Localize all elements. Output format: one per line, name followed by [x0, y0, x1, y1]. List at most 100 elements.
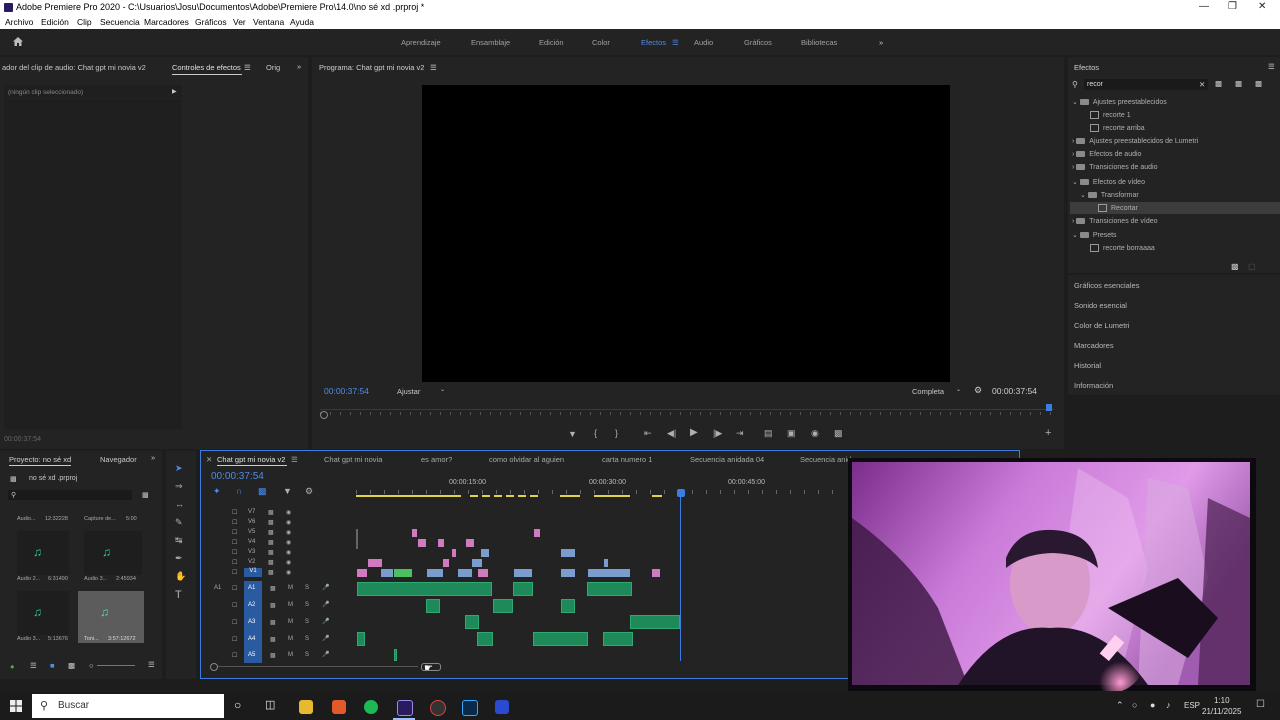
selection-tool-icon[interactable]: ➤ — [175, 463, 183, 474]
timeline-menu-icon[interactable]: ☰ — [291, 455, 298, 464]
spotify-icon[interactable] — [364, 700, 378, 714]
more-tabs-icon[interactable]: » — [297, 62, 301, 71]
tree-recortar[interactable]: Recortar — [1098, 204, 1138, 212]
file-explorer-icon[interactable] — [299, 700, 313, 714]
tree-efectos-audio[interactable]: › Efectos de audio — [1072, 151, 1141, 158]
audio-clip[interactable] — [513, 582, 533, 596]
timeline-zoom-handle-left[interactable] — [210, 663, 218, 671]
track-sync-icon[interactable]: ▩ — [270, 602, 276, 609]
audio-clip[interactable] — [533, 632, 588, 646]
timeline-timecode[interactable]: 00:00:37:54 — [211, 471, 264, 482]
track-lock-icon[interactable]: ☐ — [232, 559, 237, 566]
timeline-clip[interactable] — [481, 549, 489, 557]
timeline-clip[interactable] — [443, 559, 449, 567]
track-sync-icon[interactable]: ▩ — [268, 519, 274, 526]
tab-seq-anidada[interactable]: Secuencia anid — [800, 455, 851, 464]
effects-search-input[interactable]: recor — [1084, 79, 1208, 90]
panel-graficos-esenciales[interactable]: Gráficos esenciales — [1074, 281, 1139, 290]
program-title[interactable]: Programa: Chat gpt mi novia v2 — [319, 63, 424, 72]
track-lock-icon[interactable]: ☐ — [232, 569, 237, 576]
freeform-view-icon[interactable]: ▩ — [68, 661, 75, 670]
ws-edicion[interactable]: Edición — [539, 38, 564, 47]
project-menu-icon[interactable]: ☰ — [148, 660, 155, 669]
timeline-clip[interactable] — [472, 559, 482, 567]
tab-seq-anidada-04[interactable]: Secuencia anidada 04 — [690, 455, 764, 464]
delete-icon[interactable]: ▢ — [1248, 262, 1256, 271]
timeline-clip[interactable] — [394, 569, 412, 577]
mark-out-icon[interactable]: } — [615, 428, 618, 438]
voice-over-icon[interactable]: 🎤 — [322, 651, 329, 658]
solo-button[interactable]: S — [305, 585, 309, 591]
type-tool-icon[interactable]: T — [175, 589, 182, 601]
menu-archivo[interactable]: Archivo — [5, 17, 33, 27]
timeline-clip[interactable] — [478, 569, 488, 577]
accelerated-effects-icon[interactable]: ▩ — [1215, 79, 1222, 88]
mute-button[interactable]: M — [288, 619, 293, 625]
audio-clip[interactable] — [477, 632, 493, 646]
minimize-icon[interactable]: — — [1199, 1, 1209, 12]
panel-color-lumetri[interactable]: Color de Lumetri — [1074, 321, 1129, 330]
ws-aprendizaje[interactable]: Aprendizaje — [401, 38, 441, 47]
32bit-effects-icon[interactable]: ▩ — [1235, 79, 1242, 88]
linked-selection-icon[interactable]: ▩ — [258, 486, 267, 497]
notifications-icon[interactable]: ☐ — [1256, 699, 1265, 710]
timeline-clip[interactable] — [427, 569, 443, 577]
fit-chevron-icon[interactable]: ⌄ — [440, 386, 445, 393]
track-sync-icon[interactable]: ▩ — [268, 529, 274, 536]
track-sync-icon[interactable]: ▩ — [268, 569, 274, 576]
ws-bibliotecas[interactable]: Bibliotecas — [801, 38, 837, 47]
timeline-clip[interactable] — [418, 539, 426, 547]
tree-recorte-arriba[interactable]: recorte arriba — [1090, 124, 1145, 132]
tab-audio-clip-mixer[interactable]: ador del clip de audio: Chat gpt mi novi… — [2, 63, 146, 72]
hand-tool-icon[interactable]: ✋ — [175, 571, 186, 582]
menu-graficos[interactable]: Gráficos — [195, 17, 227, 27]
track-target-v1[interactable]: V1 — [244, 568, 262, 577]
slip-tool-icon[interactable]: ↹ — [175, 535, 183, 546]
home-icon[interactable] — [12, 36, 24, 47]
clock-date[interactable]: 21/11/2025 — [1202, 707, 1241, 716]
ws-color[interactable]: Color — [592, 38, 610, 47]
track-sync-icon[interactable]: ▩ — [270, 619, 276, 626]
ws-efectos[interactable]: Efectos — [641, 38, 666, 47]
track-eye-icon[interactable]: ◉ — [286, 519, 291, 526]
audio-clip[interactable] — [394, 649, 397, 661]
tray-chevron-icon[interactable]: ⌃ — [1116, 700, 1124, 711]
track-sync-icon[interactable]: ▩ — [268, 539, 274, 546]
tray-app-icon[interactable]: ○ — [1132, 700, 1137, 710]
fit-dropdown[interactable]: Ajustar — [397, 387, 420, 396]
track-lock-icon[interactable]: ☐ — [232, 636, 237, 643]
clear-search-icon[interactable]: ✕ — [1199, 80, 1205, 89]
track-lock-icon[interactable]: ☐ — [232, 529, 237, 536]
track-label[interactable]: A4 — [248, 636, 255, 642]
project-search-input[interactable] — [8, 490, 132, 500]
track-sync-icon[interactable]: ▩ — [268, 509, 274, 516]
playhead-handle[interactable] — [677, 489, 685, 497]
menu-secuencia[interactable]: Secuencia — [100, 17, 140, 27]
resolution-dropdown[interactable]: Completa — [912, 387, 944, 396]
timeline-clip[interactable] — [514, 569, 532, 577]
voice-over-icon[interactable]: 🎤 — [322, 584, 329, 591]
menu-ventana[interactable]: Ventana — [253, 17, 284, 27]
taskbar-search[interactable]: ⚲ Buscar — [32, 694, 224, 718]
program-timecode[interactable]: 00:00:37:54 — [324, 386, 369, 396]
tab-seq-v2[interactable]: Chat gpt mi novia v2 — [217, 455, 285, 464]
microphone-icon[interactable]: ● — [1150, 700, 1155, 710]
timeline-clip[interactable] — [604, 559, 608, 567]
effects-menu-icon[interactable]: ☰ — [1268, 62, 1275, 71]
tab-seq-chat[interactable]: Chat gpt mi novia — [324, 455, 382, 464]
program-scrubber[interactable] — [320, 409, 1054, 410]
tab-seq-carta[interactable]: carta numero 1 — [602, 455, 652, 464]
task-view-icon[interactable]: ◫ — [265, 698, 275, 711]
menu-ayuda[interactable]: Ayuda — [290, 17, 314, 27]
ws-ensamblaje[interactable]: Ensamblaje — [471, 38, 510, 47]
track-eye-icon[interactable]: ◉ — [286, 539, 291, 546]
play-icon[interactable]: ▶ — [690, 427, 698, 438]
tree-recorte-1[interactable]: recorte 1 — [1090, 111, 1131, 119]
mute-button[interactable]: M — [288, 652, 293, 658]
timeline-clip[interactable] — [381, 569, 393, 577]
photoshop-icon[interactable] — [462, 700, 478, 716]
track-lock-icon[interactable]: ☐ — [232, 602, 237, 609]
button-editor-icon[interactable]: + — [1045, 427, 1051, 439]
timeline-clip[interactable] — [534, 529, 540, 537]
track-eye-icon[interactable]: ◉ — [286, 549, 291, 556]
